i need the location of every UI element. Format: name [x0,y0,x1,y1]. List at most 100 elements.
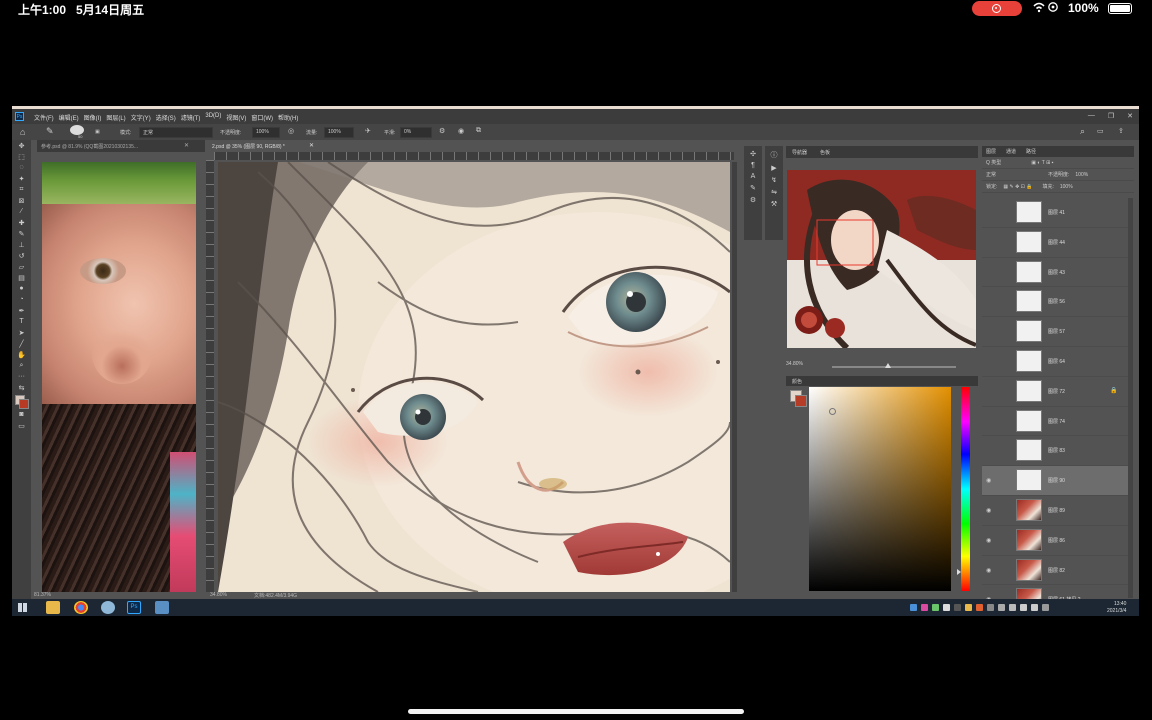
canvas-scrollbar[interactable] [732,162,737,592]
layer-row[interactable]: ◉ 图层 90 [982,466,1128,496]
layer-name[interactable]: 图层 86 [1048,537,1065,544]
tray-icon[interactable] [965,604,972,611]
swap-colors-icon[interactable]: ⇆ [12,382,31,393]
doc-tab-main[interactable]: 2.psd @ 35% (图层 90, RGB/8) * ✕ [206,140,316,152]
tray-icon[interactable] [976,604,983,611]
layer-name[interactable]: 图层 57 [1048,328,1065,335]
brush-tool-icon[interactable]: ✎ [12,228,31,239]
hue-slider[interactable] [961,387,970,591]
pressure-opacity-icon[interactable]: ◎ [288,127,294,135]
layer-row[interactable]: 图层 44 [982,228,1128,258]
visibility-eye-icon[interactable]: ◉ [986,567,991,574]
menu-item[interactable]: 3D(D) [205,113,221,122]
close-icon[interactable]: ✕ [1127,112,1133,120]
paths-icon[interactable]: ⚙ [750,196,756,204]
layers-tab[interactable]: 通道 [1006,148,1016,155]
layer-name[interactable]: 图层 72 [1048,388,1065,395]
tray-icon[interactable] [921,604,928,611]
flow-input[interactable]: 100% [324,127,354,138]
quick-mask-icon[interactable]: ◙ [12,409,31,420]
layer-row[interactable]: ◉ 图层 86 [982,526,1128,556]
actions-icon[interactable]: ▶ [771,164,776,172]
paragraph-icon[interactable]: ¶ [751,162,755,169]
layer-opacity-value[interactable]: 100% [1075,172,1088,178]
background-color-swatch[interactable] [19,399,29,409]
brush-panel-icon[interactable]: ▣ [95,129,100,135]
menu-item[interactable]: 文件(F) [34,113,54,122]
tab-navigator[interactable]: 导航器 [792,149,807,156]
chrome-icon[interactable] [74,601,88,614]
layer-name[interactable]: 图层 44 [1048,239,1065,246]
hue-slider-marker[interactable] [957,569,961,575]
tray-icon[interactable] [954,604,961,611]
layer-name[interactable]: 图层 89 [1048,507,1065,514]
opacity-input[interactable]: 100% [252,127,280,138]
layer-name[interactable]: 图层 43 [1048,269,1065,276]
move-tool-icon[interactable]: ✥ [12,140,31,151]
color-panel-background[interactable] [795,395,807,407]
home-indicator[interactable] [408,709,744,714]
layer-name[interactable]: 图层 90 [1048,477,1065,484]
navigator-slider-knob[interactable] [884,363,891,368]
navigator-zoom-slider[interactable] [832,363,956,368]
menu-item[interactable]: 滤镜(T) [181,113,201,122]
color-picker-cursor[interactable] [829,408,836,415]
brush-icon[interactable]: ✎ [46,126,54,137]
image-viewer-icon[interactable] [155,601,169,614]
brush-settings-icon[interactable]: ✎ [750,184,756,192]
frame-tool-icon[interactable]: ⊠ [12,195,31,206]
workspace-icon[interactable]: ▭ [1097,127,1104,135]
properties-icon[interactable]: ⇋ [771,188,777,196]
tray-icon[interactable] [910,604,917,611]
navigator-thumbnail[interactable] [787,170,976,348]
layer-row[interactable]: 图层 43 [982,258,1128,288]
blur-tool-icon[interactable]: ● [12,283,31,294]
file-explorer-icon[interactable] [46,601,60,614]
ime-icon[interactable] [1031,604,1038,611]
share-icon[interactable]: ⇪ [1118,127,1124,135]
color-saturation-field[interactable] [809,387,951,591]
doc-tab-reference[interactable]: 参考.psd @ 81.9% (QQ截图20210302135... ✕ [37,140,205,152]
layer-name[interactable]: 图层 82 [1048,567,1065,574]
maximize-icon[interactable]: ❐ [1108,112,1114,120]
eraser-icon[interactable]: ▱ [12,261,31,272]
layer-row[interactable]: ◉ 图层 82 [982,556,1128,586]
layers-scrollbar[interactable] [1128,198,1133,598]
adjust-icon[interactable]: ✣ [750,150,756,158]
layer-name[interactable]: 图层 74 [1048,418,1065,425]
history-icon[interactable]: ↯ [771,176,777,184]
layer-row[interactable]: 图层 57 [982,317,1128,347]
type-tool-icon[interactable]: T [12,316,31,327]
mode-select[interactable]: 正常 [139,127,213,138]
dodge-tool-icon[interactable]: ◔ [12,294,31,305]
home-icon[interactable]: ⌂ [20,127,25,137]
layer-row[interactable]: ◉ 图层 89 [982,496,1128,526]
layer-name[interactable]: 图层 83 [1048,447,1065,454]
layer-row[interactable]: 图层 41 [982,198,1128,228]
tray-icon[interactable] [987,604,994,611]
notification-icon[interactable] [1042,604,1049,611]
search-icon[interactable]: ⌕ [1080,126,1085,137]
close-tab-icon[interactable]: ✕ [309,142,314,149]
history-brush-icon[interactable]: ↺ [12,250,31,261]
windows-start-icon[interactable] [18,603,27,612]
network-icon[interactable] [1009,604,1016,611]
foreground-background-swatches[interactable] [12,393,31,409]
tray-icon[interactable] [932,604,939,611]
eyedropper-icon[interactable]: ⁄ [12,206,31,217]
close-tab-icon[interactable]: ✕ [184,142,189,149]
menu-item[interactable]: 编辑(E) [59,113,79,122]
visibility-eye-icon[interactable]: ◉ [986,477,991,484]
line-tool-icon[interactable]: ╱ [12,338,31,349]
tab-color[interactable]: 颜色 [792,378,802,385]
taskbar-clock[interactable]: 13:40 2021/3/4 [1107,601,1126,615]
tab-swatches[interactable]: 色板 [820,149,830,156]
menu-item[interactable]: 帮助(H) [278,113,298,122]
tray-icon[interactable] [943,604,950,611]
menu-item[interactable]: 图像(I) [84,113,102,122]
airbrush-icon[interactable]: ✈ [365,127,371,135]
clone-stamp-icon[interactable]: ⊥ [12,239,31,250]
photoshop-icon[interactable]: Ps [127,601,141,614]
symmetry-icon[interactable]: ⧉ [476,127,481,135]
menu-item[interactable]: 文字(Y) [131,113,151,122]
